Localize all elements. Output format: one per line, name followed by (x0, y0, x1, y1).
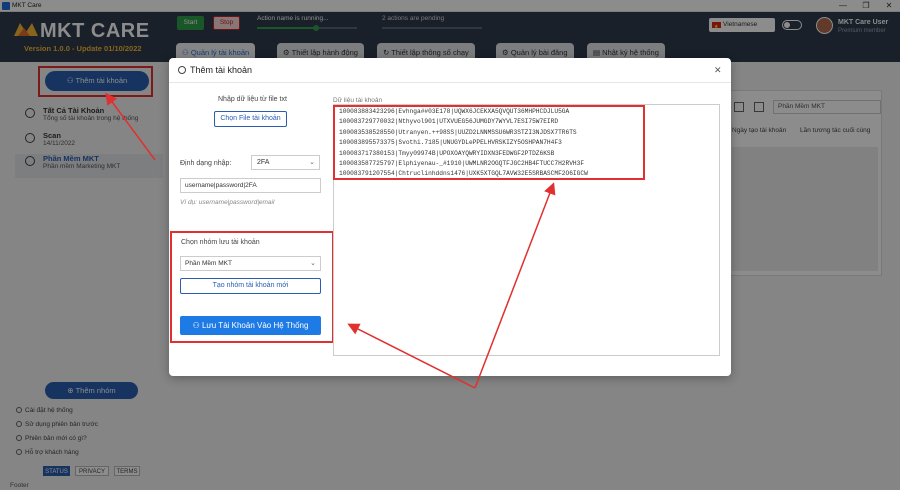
arrow-to-group-select (347, 323, 476, 389)
arrow-to-add-account (105, 92, 156, 161)
arrow-to-data (474, 182, 556, 389)
annotation-arrows (105, 92, 556, 389)
